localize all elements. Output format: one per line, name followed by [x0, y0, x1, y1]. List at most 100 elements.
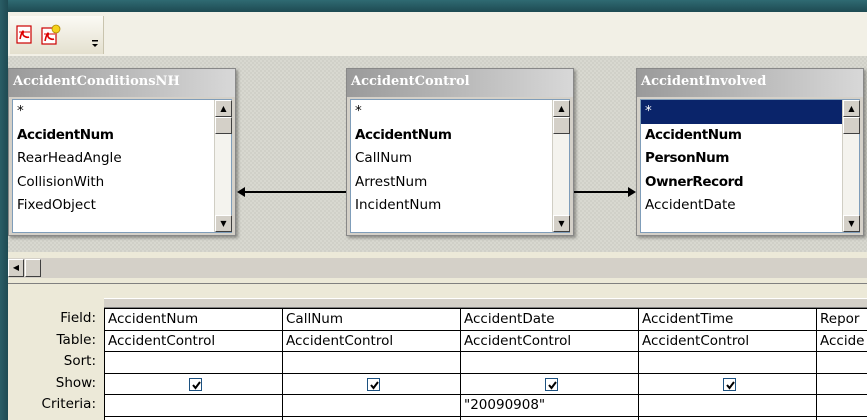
join-arrow-left-icon — [237, 187, 245, 197]
field-item[interactable]: AccidentNum — [641, 124, 859, 148]
vertical-scrollbar[interactable]: ▲ ▼ — [842, 100, 860, 232]
checkmark-icon — [191, 380, 201, 390]
scroll-thumb[interactable] — [843, 117, 860, 134]
checkmark-icon — [547, 380, 557, 390]
field-cell[interactable]: AccidentDate — [461, 309, 638, 331]
field-cell[interactable]: CallNum — [283, 309, 460, 331]
row-label-field: Field: — [60, 310, 96, 326]
grid-row-labels: Field: Table: Sort: Show: Criteria: — [8, 308, 100, 416]
show-cell — [639, 374, 816, 395]
grid-column: AccidentDate AccidentControl "20090908" — [461, 309, 639, 420]
table-cell[interactable]: AccidentControl — [283, 331, 460, 352]
scroll-down-button[interactable]: ▼ — [843, 215, 860, 232]
field-list[interactable]: * AccidentNum RearHeadAngle CollisionWit… — [12, 99, 232, 233]
horizontal-scrollbar[interactable]: ◀ — [8, 258, 867, 278]
checkmark-icon — [369, 380, 379, 390]
join-arrow-right-icon — [628, 187, 636, 197]
table-cell[interactable]: AccidentControl — [639, 331, 816, 352]
field-item[interactable]: ArrestNum — [351, 171, 569, 195]
field-list[interactable]: * AccidentNum PersonNum OwnerRecord Acci… — [640, 99, 860, 233]
show-checkbox[interactable] — [366, 377, 380, 391]
triangle-down-icon: ▼ — [220, 219, 227, 228]
scroll-up-button[interactable]: ▲ — [553, 100, 570, 117]
sort-cell[interactable] — [639, 352, 816, 374]
scroll-left-button[interactable]: ◀ — [8, 259, 24, 277]
criteria-cell[interactable] — [817, 395, 867, 417]
show-cell — [461, 374, 638, 395]
field-cell[interactable]: AccidentTime — [639, 309, 816, 331]
field-item[interactable]: OwnerRecord — [641, 171, 859, 195]
show-cell[interactable] — [817, 374, 867, 395]
scroll-thumb[interactable] — [553, 117, 570, 134]
criteria-cell[interactable]: "20090908" — [461, 395, 638, 417]
pdf-export-icon — [16, 25, 32, 44]
presentation-frame-top — [0, 0, 867, 12]
column-selector-bar[interactable] — [104, 298, 867, 308]
vertical-scrollbar[interactable]: ▲ ▼ — [214, 100, 232, 232]
grid-column: AccidentNum AccidentControl — [105, 309, 283, 420]
sort-cell[interactable] — [817, 352, 867, 374]
join-line-control-involved[interactable] — [574, 191, 630, 193]
toolbar-overflow-button[interactable] — [90, 36, 100, 50]
scroll-down-button[interactable]: ▼ — [215, 215, 232, 232]
query-design-grid: AccidentNum AccidentControl CallNum Acci… — [104, 308, 867, 420]
criteria-cell[interactable] — [639, 395, 816, 417]
field-item[interactable]: AccidentNum — [351, 124, 569, 148]
row-label-criteria: Criteria: — [41, 396, 96, 412]
field-item[interactable]: * — [351, 100, 569, 124]
show-checkbox[interactable] — [722, 377, 736, 391]
field-item[interactable]: PersonNum — [641, 147, 859, 171]
table-field-list-accident-conditions[interactable]: AccidentConditionsNH * AccidentNum RearH… — [8, 68, 236, 236]
sort-cell[interactable] — [105, 352, 282, 374]
field-item[interactable]: IncidentNum — [351, 194, 569, 218]
query-design-surface[interactable]: AccidentConditionsNH * AccidentNum RearH… — [8, 56, 867, 252]
vertical-scrollbar[interactable]: ▲ ▼ — [552, 100, 570, 232]
field-item[interactable]: CollisionWith — [13, 171, 231, 195]
scroll-up-button[interactable]: ▲ — [843, 100, 860, 117]
show-checkbox[interactable] — [188, 377, 202, 391]
table-title[interactable]: AccidentInvolved — [637, 69, 863, 97]
field-list[interactable]: * AccidentNum CallNum ArrestNum Incident… — [350, 99, 570, 233]
scroll-up-button[interactable]: ▲ — [215, 100, 232, 117]
criteria-cell[interactable] — [105, 395, 282, 417]
grid-column: CallNum AccidentControl — [283, 309, 461, 420]
show-checkbox[interactable] — [544, 377, 558, 391]
table-title[interactable]: AccidentControl — [347, 69, 573, 97]
show-cell — [105, 374, 282, 395]
sort-cell[interactable] — [283, 352, 460, 374]
pdf-export-options-icon — [41, 24, 61, 45]
row-label-sort: Sort: — [63, 353, 96, 369]
field-item[interactable]: AccidentNum — [13, 124, 231, 148]
triangle-up-icon: ▲ — [558, 104, 565, 113]
field-item[interactable]: CallNum — [351, 147, 569, 171]
field-cell[interactable]: AccidentNum — [105, 309, 282, 331]
field-item-selected[interactable]: * — [641, 100, 859, 124]
field-item[interactable]: FixedObject — [13, 194, 231, 218]
grid-column: Repor Accide — [817, 309, 867, 420]
design-grid-area: Field: Table: Sort: Show: Criteria: Acci… — [8, 284, 867, 420]
triangle-up-icon: ▲ — [848, 104, 855, 113]
field-cell[interactable]: Repor — [817, 309, 867, 331]
grid-column: AccidentTime AccidentControl — [639, 309, 817, 420]
field-item[interactable]: * — [13, 100, 231, 124]
pdf-export-button[interactable] — [14, 24, 36, 46]
criteria-cell[interactable] — [283, 395, 460, 417]
table-cell[interactable]: Accide — [817, 331, 867, 352]
table-cell[interactable]: AccidentControl — [105, 331, 282, 352]
row-label-table: Table: — [56, 331, 96, 348]
field-item[interactable]: AccidentDate — [641, 194, 859, 218]
pdf-export-options-button[interactable] — [40, 24, 62, 46]
checkmark-icon — [725, 380, 735, 390]
horizontal-scroll-thumb[interactable] — [25, 259, 41, 277]
join-line-conditions-control[interactable] — [244, 191, 346, 193]
presentation-frame-left — [0, 0, 8, 420]
field-item[interactable]: RearHeadAngle — [13, 147, 231, 171]
table-title[interactable]: AccidentConditionsNH — [9, 69, 235, 97]
scroll-thumb[interactable] — [215, 117, 232, 134]
table-cell[interactable]: AccidentControl — [461, 331, 638, 352]
scroll-down-button[interactable]: ▼ — [553, 215, 570, 232]
table-field-list-accident-involved[interactable]: AccidentInvolved * AccidentNum PersonNum… — [636, 68, 864, 236]
toolbar-group — [10, 16, 104, 54]
table-field-list-accident-control[interactable]: AccidentControl * AccidentNum CallNum Ar… — [346, 68, 574, 236]
sort-cell[interactable] — [461, 352, 638, 374]
